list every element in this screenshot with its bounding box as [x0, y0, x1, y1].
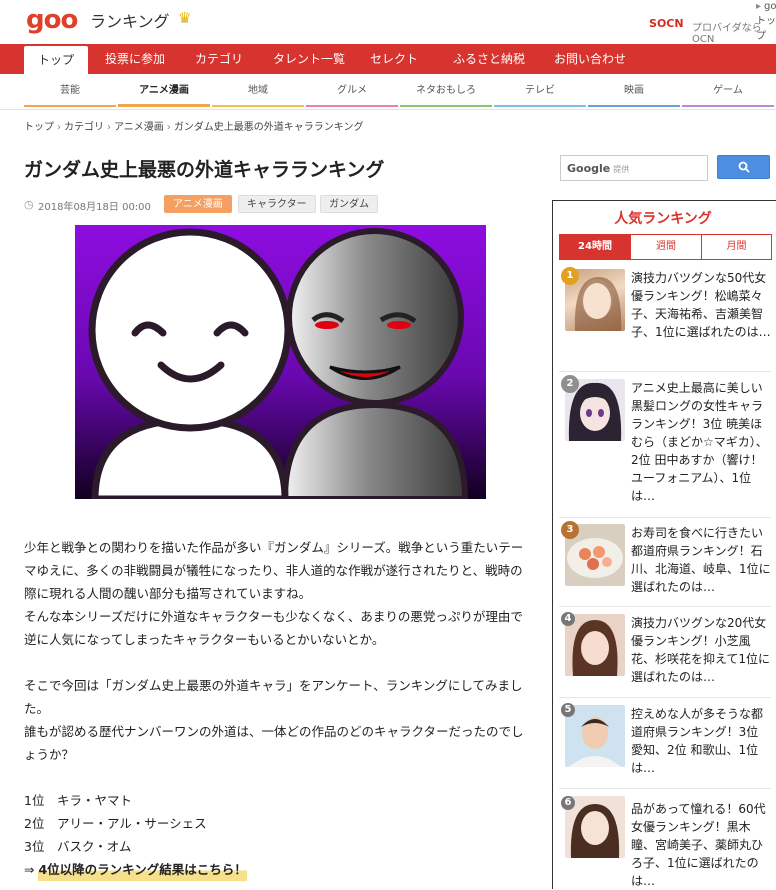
search-input[interactable]: Google 提供: [560, 155, 708, 181]
subnav-underline: [212, 105, 304, 107]
ranking-item-text: 控えめな人が多そうな都道府県ランキング！3位 愛知、2位 和歌山、1位は…: [631, 707, 764, 775]
tab-weekly[interactable]: 週間: [630, 235, 701, 259]
article-paragraph: そこで今回は「ガンダム史上最悪の外道キャラ」をアンケート、ランキングにしてみまし…: [24, 678, 523, 716]
nav-item-category[interactable]: カテゴリ: [186, 44, 252, 74]
ranking-list-item[interactable]: 3 お寿司を食べに行きたい都道府県ランキング！石川、北海道、岐阜、1位に選ばれた…: [559, 519, 771, 607]
nav-item-furusato[interactable]: ふるさと納税: [444, 44, 534, 74]
search-button[interactable]: [717, 155, 770, 179]
ranking-list-item[interactable]: 1 演技力バツグンな50代女優ランキング！松嶋菜々子、天海祐希、吉瀬美智子、1位…: [559, 265, 771, 372]
rank-badge: 2: [561, 375, 579, 393]
ranking-item: 1位 キラ・ヤマト: [24, 793, 132, 808]
more-results-line: ⇒ 4位以降のランキング結果はこちら！: [24, 858, 534, 881]
article-spacer: [24, 651, 534, 674]
tag-anime[interactable]: アニメ漫画: [164, 195, 232, 213]
nav-item-select[interactable]: セレクト: [366, 44, 422, 74]
rank-badge: 1: [561, 267, 579, 285]
tab-monthly[interactable]: 月間: [701, 235, 771, 259]
clock-icon: ◷: [24, 198, 34, 211]
rank-badge: 5: [561, 703, 575, 717]
ranking-thumbnail: [565, 614, 625, 676]
nav-item-vote[interactable]: 投票に参加: [96, 44, 174, 74]
tag-character[interactable]: キャラクター: [238, 195, 316, 213]
popular-ranking-sidebar: 人気ランキング 24時間 週間 月間 1 演技力バツグンな50代女優ランキング！…: [552, 200, 776, 889]
breadcrumb-separator: ›: [166, 122, 171, 133]
ranking-thumbnail: [565, 705, 625, 767]
ranking-item-text: アニメ史上最高に美しい黒髪ロングの女性キャラランキング！3位 暁美ほむら（まどか…: [631, 381, 768, 503]
breadcrumb-separator: ›: [107, 122, 111, 133]
article-hero-image: [75, 225, 486, 499]
page-title: ガンダム史上最悪の外道キャラランキング: [24, 159, 385, 181]
subnav-underline: [400, 105, 492, 107]
subnav-underline: [588, 105, 680, 107]
crown-icon: ♛: [178, 9, 192, 27]
ocn-text[interactable]: プロバイダならOCN: [692, 19, 776, 45]
article-paragraph: 少年と戦争との関わりを描いた作品が多い『ガンダム』シリーズ。戦争という重たいテー…: [24, 540, 524, 601]
rank-badge: 6: [561, 796, 575, 810]
subnav-underline: [494, 105, 586, 107]
site-header: goo ランキング ♛ gooトップ SOCN プロバイダならOCN: [0, 0, 776, 45]
ranking-item: 3位 バスク・オム: [24, 839, 132, 854]
ranking-list-item[interactable]: 4 演技力バツグンな20代女優ランキング！小芝風花、杉咲花を抑えて1位に選ばれた…: [559, 608, 771, 698]
search-provider-label: 提供: [613, 165, 630, 174]
breadcrumb-category[interactable]: カテゴリ: [64, 122, 104, 133]
google-brand: Google: [567, 162, 611, 175]
ranking-item-text: 演技力バツグンな20代女優ランキング！小芝風花、杉咲花を抑えて1位に選ばれたのは…: [631, 616, 771, 684]
ranking-item-text: 品があって憧れる！60代女優ランキング！黒木瞳、宮崎美子、薬師丸ひろ子、1位に選…: [631, 802, 766, 888]
ranking-list-item[interactable]: 2 アニメ史上最高に美しい黒髪ロングの女性キャラランキング！3位 暁美ほむら（ま…: [559, 373, 771, 518]
article-date: 2018年08月18日 00:00: [38, 202, 151, 213]
subnav-underline: [682, 105, 774, 107]
tag-gundam[interactable]: ガンダム: [320, 195, 378, 213]
breadcrumb-top[interactable]: トップ: [24, 122, 54, 133]
ranking-item: 2位 アリー・アル・サーシェス: [24, 816, 207, 831]
nav-item-top[interactable]: トップ: [24, 46, 88, 74]
sidebar-tabs: 24時間 週間 月間: [559, 234, 772, 260]
site-name[interactable]: ランキング: [90, 8, 170, 32]
breadcrumb-anime[interactable]: アニメ漫画: [114, 122, 164, 133]
subnav-underline: [24, 105, 116, 107]
subnav-underline: [306, 105, 398, 107]
sidebar-title: 人気ランキング: [614, 211, 712, 227]
subnav-underline-active: [118, 104, 210, 107]
article-paragraph: そんな本シリーズだけに外道なキャラクターも少なくなく、あまりの悪党っぷりが理由で…: [24, 609, 523, 647]
category-subnav: 芸能 アニメ漫画 地域 グルメ ネタおもしろ テレビ 映画 ゲーム: [0, 74, 776, 110]
ranking-item-text: 演技力バツグンな50代女優ランキング！松嶋菜々子、天海祐希、吉瀬美智子、1位に選…: [631, 271, 771, 339]
goo-logo[interactable]: goo: [26, 5, 78, 35]
breadcrumb-current: ガンダム史上最悪の外道キャラランキング: [173, 122, 364, 133]
breadcrumb: トップ › カテゴリ › アニメ漫画 › ガンダム史上最悪の外道キャラランキング: [24, 118, 364, 133]
article-paragraph: 誰もが認める歴代ナンバーワンの外道は、一体どの作品のどのキャラクターだったのでし…: [24, 724, 524, 762]
arrow-icon: ⇒: [24, 862, 39, 877]
rank-badge: 4: [561, 612, 575, 626]
ranking-list-item[interactable]: 6 品があって憧れる！60代女優ランキング！黒木瞳、宮崎美子、薬師丸ひろ子、1位…: [559, 790, 771, 890]
article-spacer: [24, 766, 534, 789]
nav-item-contact[interactable]: お問い合わせ: [548, 44, 632, 74]
more-results-link[interactable]: 4位以降のランキング結果はこちら！: [38, 858, 247, 881]
ranking-item-text: お寿司を食べに行きたい都道府県ランキング！石川、北海道、岐阜、1位に選ばれたのは…: [631, 526, 771, 594]
article-body: 少年と戦争との関わりを描いた作品が多い『ガンダム』シリーズ。戦争という重たいテー…: [24, 536, 534, 881]
ocn-logo[interactable]: SOCN: [649, 17, 684, 30]
ranking-list: 1位 キラ・ヤマト 2位 アリー・アル・サーシェス 3位 バスク・オム: [24, 789, 534, 858]
ranking-list-item[interactable]: 5 控えめな人が多そうな都道府県ランキング！3位 愛知、2位 和歌山、1位は…: [559, 699, 771, 789]
search-icon: [738, 161, 750, 173]
main-nav: トップ 投票に参加 カテゴリ タレント一覧 セレクト ふるさと納税 お問い合わせ: [0, 44, 776, 74]
rank-badge: 3: [561, 521, 579, 539]
nav-item-talent[interactable]: タレント一覧: [264, 44, 354, 74]
breadcrumb-separator: ›: [57, 122, 61, 133]
tab-24h[interactable]: 24時間: [560, 235, 630, 259]
